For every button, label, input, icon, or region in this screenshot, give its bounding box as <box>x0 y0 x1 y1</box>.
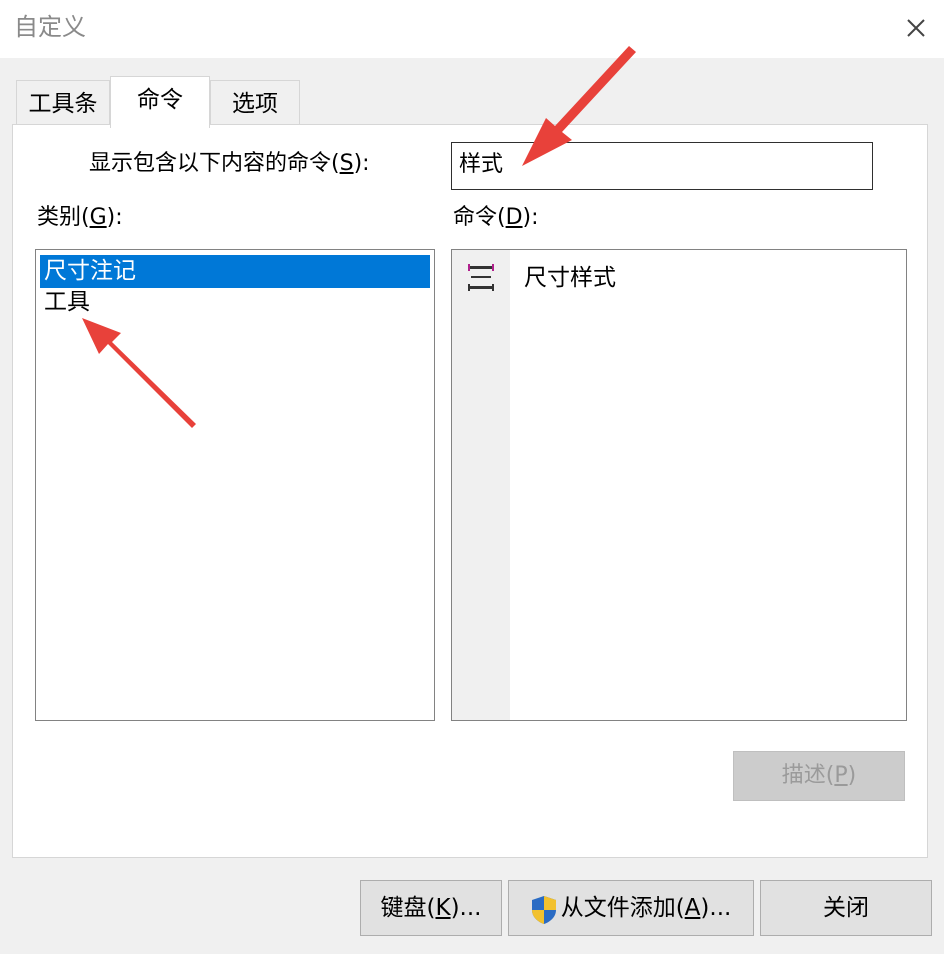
icon-column <box>452 250 510 720</box>
category-item-tools[interactable]: 工具 <box>40 286 430 319</box>
window-title: 自定义 <box>14 13 86 41</box>
category-list[interactable]: 尺寸注记 工具 <box>35 249 435 721</box>
close-icon[interactable] <box>896 8 936 48</box>
filter-input[interactable]: 样式 <box>451 142 873 190</box>
keyboard-button[interactable]: 键盘(K)... <box>360 880 502 936</box>
tab-commands[interactable]: 命令 <box>110 76 210 128</box>
command-label: 命令(D): <box>453 205 539 230</box>
commands-panel: 显示包含以下内容的命令(S): 样式 类别(G): 命令(D): 尺寸注记 工具… <box>12 124 928 858</box>
command-item-label: 尺寸样式 <box>524 265 616 291</box>
dimension-style-icon <box>464 261 498 295</box>
filter-label: 显示包含以下内容的命令(S): <box>89 151 370 176</box>
add-from-file-button[interactable]: 从文件添加(A)... <box>508 880 754 936</box>
uac-shield-icon <box>531 891 557 924</box>
command-list[interactable]: 尺寸样式 <box>451 249 907 721</box>
title-bar: 自定义 <box>0 0 944 58</box>
tab-toolbars[interactable]: 工具条 <box>16 80 110 126</box>
category-label: 类别(G): <box>37 205 123 230</box>
describe-button: 描述(P) <box>733 751 905 801</box>
category-item-dimension-annotation[interactable]: 尺寸注记 <box>40 255 430 288</box>
close-button[interactable]: 关闭 <box>760 880 932 936</box>
tab-options[interactable]: 选项 <box>210 80 300 126</box>
command-item-dimension-style[interactable]: 尺寸样式 <box>452 258 906 298</box>
